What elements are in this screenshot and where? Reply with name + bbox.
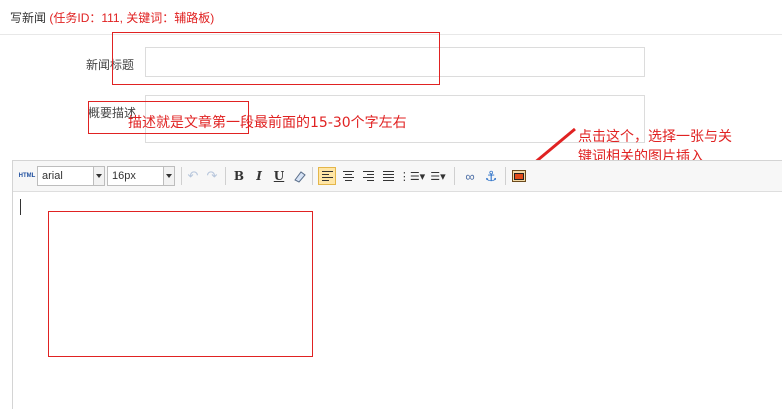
- insert-image-icon[interactable]: [510, 167, 528, 185]
- editor-toolbar: HTML arial 16px ↶ ↷ B I U ⋮☰▾ ☰▾ ∞ ⚓: [13, 161, 782, 192]
- html-source-button[interactable]: HTML: [17, 167, 37, 185]
- toolbar-separator: [181, 167, 182, 185]
- image-hint-line1: 点击这个，选择一张与关: [578, 129, 732, 145]
- toolbar-separator: [454, 167, 455, 185]
- chevron-down-icon: [93, 167, 104, 185]
- editor-content-area[interactable]: [13, 192, 782, 409]
- italic-button[interactable]: I: [251, 167, 267, 185]
- align-right-icon[interactable]: [359, 167, 377, 185]
- eraser-icon[interactable]: [291, 167, 307, 185]
- redo-icon[interactable]: ↷: [204, 167, 220, 185]
- toolbar-separator: [505, 167, 506, 185]
- font-family-select[interactable]: arial: [37, 166, 105, 186]
- chevron-down-icon: [163, 167, 174, 185]
- title-label: 新闻标题: [86, 58, 135, 72]
- font-size-select[interactable]: 16px: [107, 166, 175, 186]
- undo-icon[interactable]: ↶: [185, 167, 201, 185]
- page-title-text: 写新闻: [10, 11, 47, 25]
- summary-hint-text: 描述就是文章第一段最前面的15-30个字左右: [128, 115, 407, 131]
- rich-text-editor: HTML arial 16px ↶ ↷ B I U ⋮☰▾ ☰▾ ∞ ⚓: [12, 160, 782, 409]
- anchor-icon[interactable]: ⚓: [482, 167, 500, 185]
- ordered-list-icon[interactable]: ⋮☰▾: [399, 167, 425, 185]
- font-size-value: 16px: [112, 170, 136, 182]
- toolbar-separator: [225, 167, 226, 185]
- font-family-value: arial: [42, 170, 63, 182]
- underline-button[interactable]: U: [271, 167, 287, 185]
- task-info: (任务ID：111, 关键词：辅路板): [49, 11, 215, 25]
- title-input[interactable]: [145, 47, 645, 77]
- toolbar-separator: [312, 167, 313, 185]
- page-header: 写新闻 (任务ID：111, 关键词：辅路板): [0, 0, 782, 35]
- page-title: 写新闻 (任务ID：111, 关键词：辅路板): [10, 9, 214, 26]
- unordered-list-icon[interactable]: ☰▾: [427, 167, 449, 185]
- align-left-icon[interactable]: [318, 167, 336, 185]
- align-justify-icon[interactable]: [379, 167, 397, 185]
- align-center-icon[interactable]: [339, 167, 357, 185]
- bold-button[interactable]: B: [231, 167, 247, 185]
- link-icon[interactable]: ∞: [461, 167, 479, 185]
